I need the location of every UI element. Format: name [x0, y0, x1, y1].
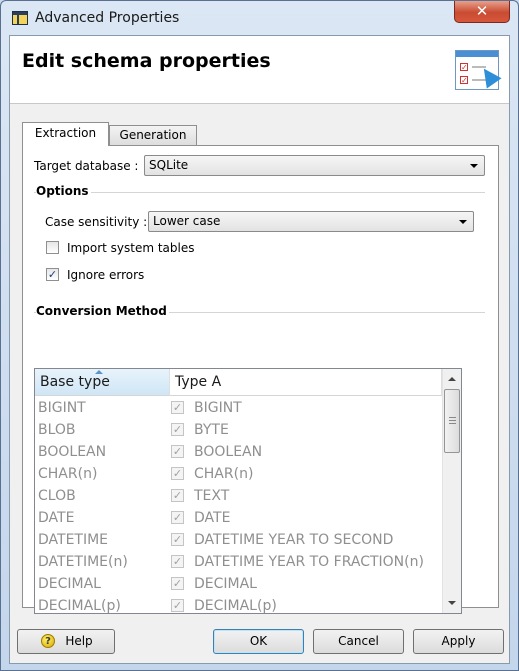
options-divider: [34, 192, 485, 193]
case-sensitivity-value: Lower case: [153, 214, 221, 228]
table-row[interactable]: DATE ✓ DATE: [35, 507, 442, 529]
table-row[interactable]: DECIMAL ✓ DECIMAL: [35, 573, 442, 595]
help-icon: ?: [41, 634, 55, 648]
row-checkbox[interactable]: ✓: [171, 423, 184, 436]
window-title: Advanced Properties: [35, 10, 180, 26]
row-checkbox[interactable]: ✓: [171, 489, 184, 502]
target-database-select[interactable]: SQLite: [144, 155, 485, 176]
app-icon: [12, 11, 28, 25]
close-button[interactable]: ✕: [454, 1, 510, 23]
ignore-errors-checkbox[interactable]: ✓: [46, 268, 59, 281]
row-checkbox[interactable]: ✓: [171, 577, 184, 590]
options-group-title: Options: [36, 184, 91, 198]
schema-properties-icon: ✓ ✓: [455, 50, 502, 90]
type-a-cell: DATE: [194, 510, 231, 526]
table-row[interactable]: DATETIME(n) ✓ DATETIME YEAR TO FRACTION(n): [35, 551, 442, 573]
case-sensitivity-select[interactable]: Lower case: [148, 211, 474, 232]
type-a-cell: DATETIME YEAR TO SECOND: [194, 532, 394, 548]
type-a-cell: BYTE: [194, 422, 229, 438]
type-a-cell: BIGINT: [194, 400, 242, 416]
ok-button[interactable]: OK: [213, 629, 304, 654]
base-type-cell: BOOLEAN: [38, 444, 107, 460]
dialog-header: Edit schema properties ✓ ✓: [10, 36, 509, 104]
scroll-thumb[interactable]: [444, 389, 460, 453]
base-type-cell: BIGINT: [38, 400, 86, 416]
page-title: Edit schema properties: [22, 50, 271, 72]
tab-extraction[interactable]: Extraction: [22, 122, 109, 146]
base-type-cell: CHAR(n): [38, 466, 98, 482]
row-checkbox[interactable]: ✓: [171, 445, 184, 458]
tab-container: Extraction Generation Target database : …: [22, 122, 499, 614]
ignore-errors-label: Ignore errors: [67, 268, 145, 282]
type-a-cell: TEXT: [194, 488, 230, 504]
type-a-cell: BOOLEAN: [194, 444, 263, 460]
table-row[interactable]: DECIMAL(p) ✓ DECIMAL(p): [35, 595, 442, 614]
table-row[interactable]: CHAR(n) ✓ CHAR(n): [35, 463, 442, 485]
base-type-cell: DATE: [38, 510, 75, 526]
chevron-down-icon: [459, 220, 467, 224]
base-type-cell: DECIMAL(p): [38, 598, 121, 614]
row-checkbox[interactable]: ✓: [171, 533, 184, 546]
column-header-base-type[interactable]: Base type: [35, 369, 170, 396]
table-body: BIGINT ✓ BIGINT BLOB ✓ BYTE BOOLEAN ✓ BOOLEAN CHA…: [35, 397, 442, 614]
table-row[interactable]: BLOB ✓ BYTE: [35, 419, 442, 441]
case-sensitivity-label: Case sensitivity :: [45, 215, 148, 229]
column-header-type-a[interactable]: Type A: [170, 369, 442, 396]
type-a-cell: DECIMAL: [194, 576, 257, 592]
row-checkbox[interactable]: ✓: [171, 401, 184, 414]
type-a-cell: CHAR(n): [194, 466, 254, 482]
conversion-group-title: Conversion Method: [36, 304, 169, 318]
sort-ascending-icon: [95, 370, 103, 374]
row-checkbox[interactable]: ✓: [171, 511, 184, 524]
base-type-cell: DECIMAL: [38, 576, 101, 592]
extraction-panel: Target database : SQLite Options Case se…: [22, 145, 499, 614]
table-row[interactable]: CLOB ✓ TEXT: [35, 485, 442, 507]
tab-generation[interactable]: Generation: [109, 125, 197, 146]
type-a-cell: DECIMAL(p): [194, 598, 277, 614]
row-checkbox[interactable]: ✓: [171, 467, 184, 480]
advanced-properties-window: Advanced Properties ✕ Edit schema proper…: [0, 0, 519, 671]
base-type-cell: DATETIME(n): [38, 554, 128, 570]
chevron-down-icon: [470, 164, 478, 168]
cancel-button[interactable]: Cancel: [313, 629, 404, 654]
table-row[interactable]: BIGINT ✓ BIGINT: [35, 397, 442, 419]
title-bar[interactable]: Advanced Properties ✕: [1, 1, 518, 35]
row-checkbox[interactable]: ✓: [171, 599, 184, 612]
scroll-down-icon[interactable]: [448, 601, 456, 605]
base-type-cell: DATETIME: [38, 532, 109, 548]
column-header-type-a-label: Type A: [175, 374, 222, 390]
row-checkbox[interactable]: ✓: [171, 555, 184, 568]
column-header-base-type-label: Base type: [40, 374, 110, 390]
import-system-tables-checkbox[interactable]: [46, 241, 59, 254]
dialog-client: Edit schema properties ✓ ✓ Extraction Ge…: [9, 35, 510, 664]
conversion-table[interactable]: Base type Type A BIGINT ✓ BIGINT BLOB ✓ BYTE B…: [34, 368, 462, 614]
table-row[interactable]: BOOLEAN ✓ BOOLEAN: [35, 441, 442, 463]
target-database-label: Target database :: [34, 159, 139, 173]
scroll-up-icon[interactable]: [448, 377, 456, 381]
help-button[interactable]: ? Help: [17, 629, 115, 654]
base-type-cell: BLOB: [38, 422, 76, 438]
table-row[interactable]: DATETIME ✓ DATETIME YEAR TO SECOND: [35, 529, 442, 551]
apply-button[interactable]: Apply: [413, 629, 504, 654]
base-type-cell: CLOB: [38, 488, 76, 504]
import-system-tables-label: Import system tables: [67, 241, 195, 255]
vertical-scrollbar[interactable]: [442, 369, 461, 613]
type-a-cell: DATETIME YEAR TO FRACTION(n): [194, 554, 424, 570]
target-database-value: SQLite: [149, 158, 189, 172]
